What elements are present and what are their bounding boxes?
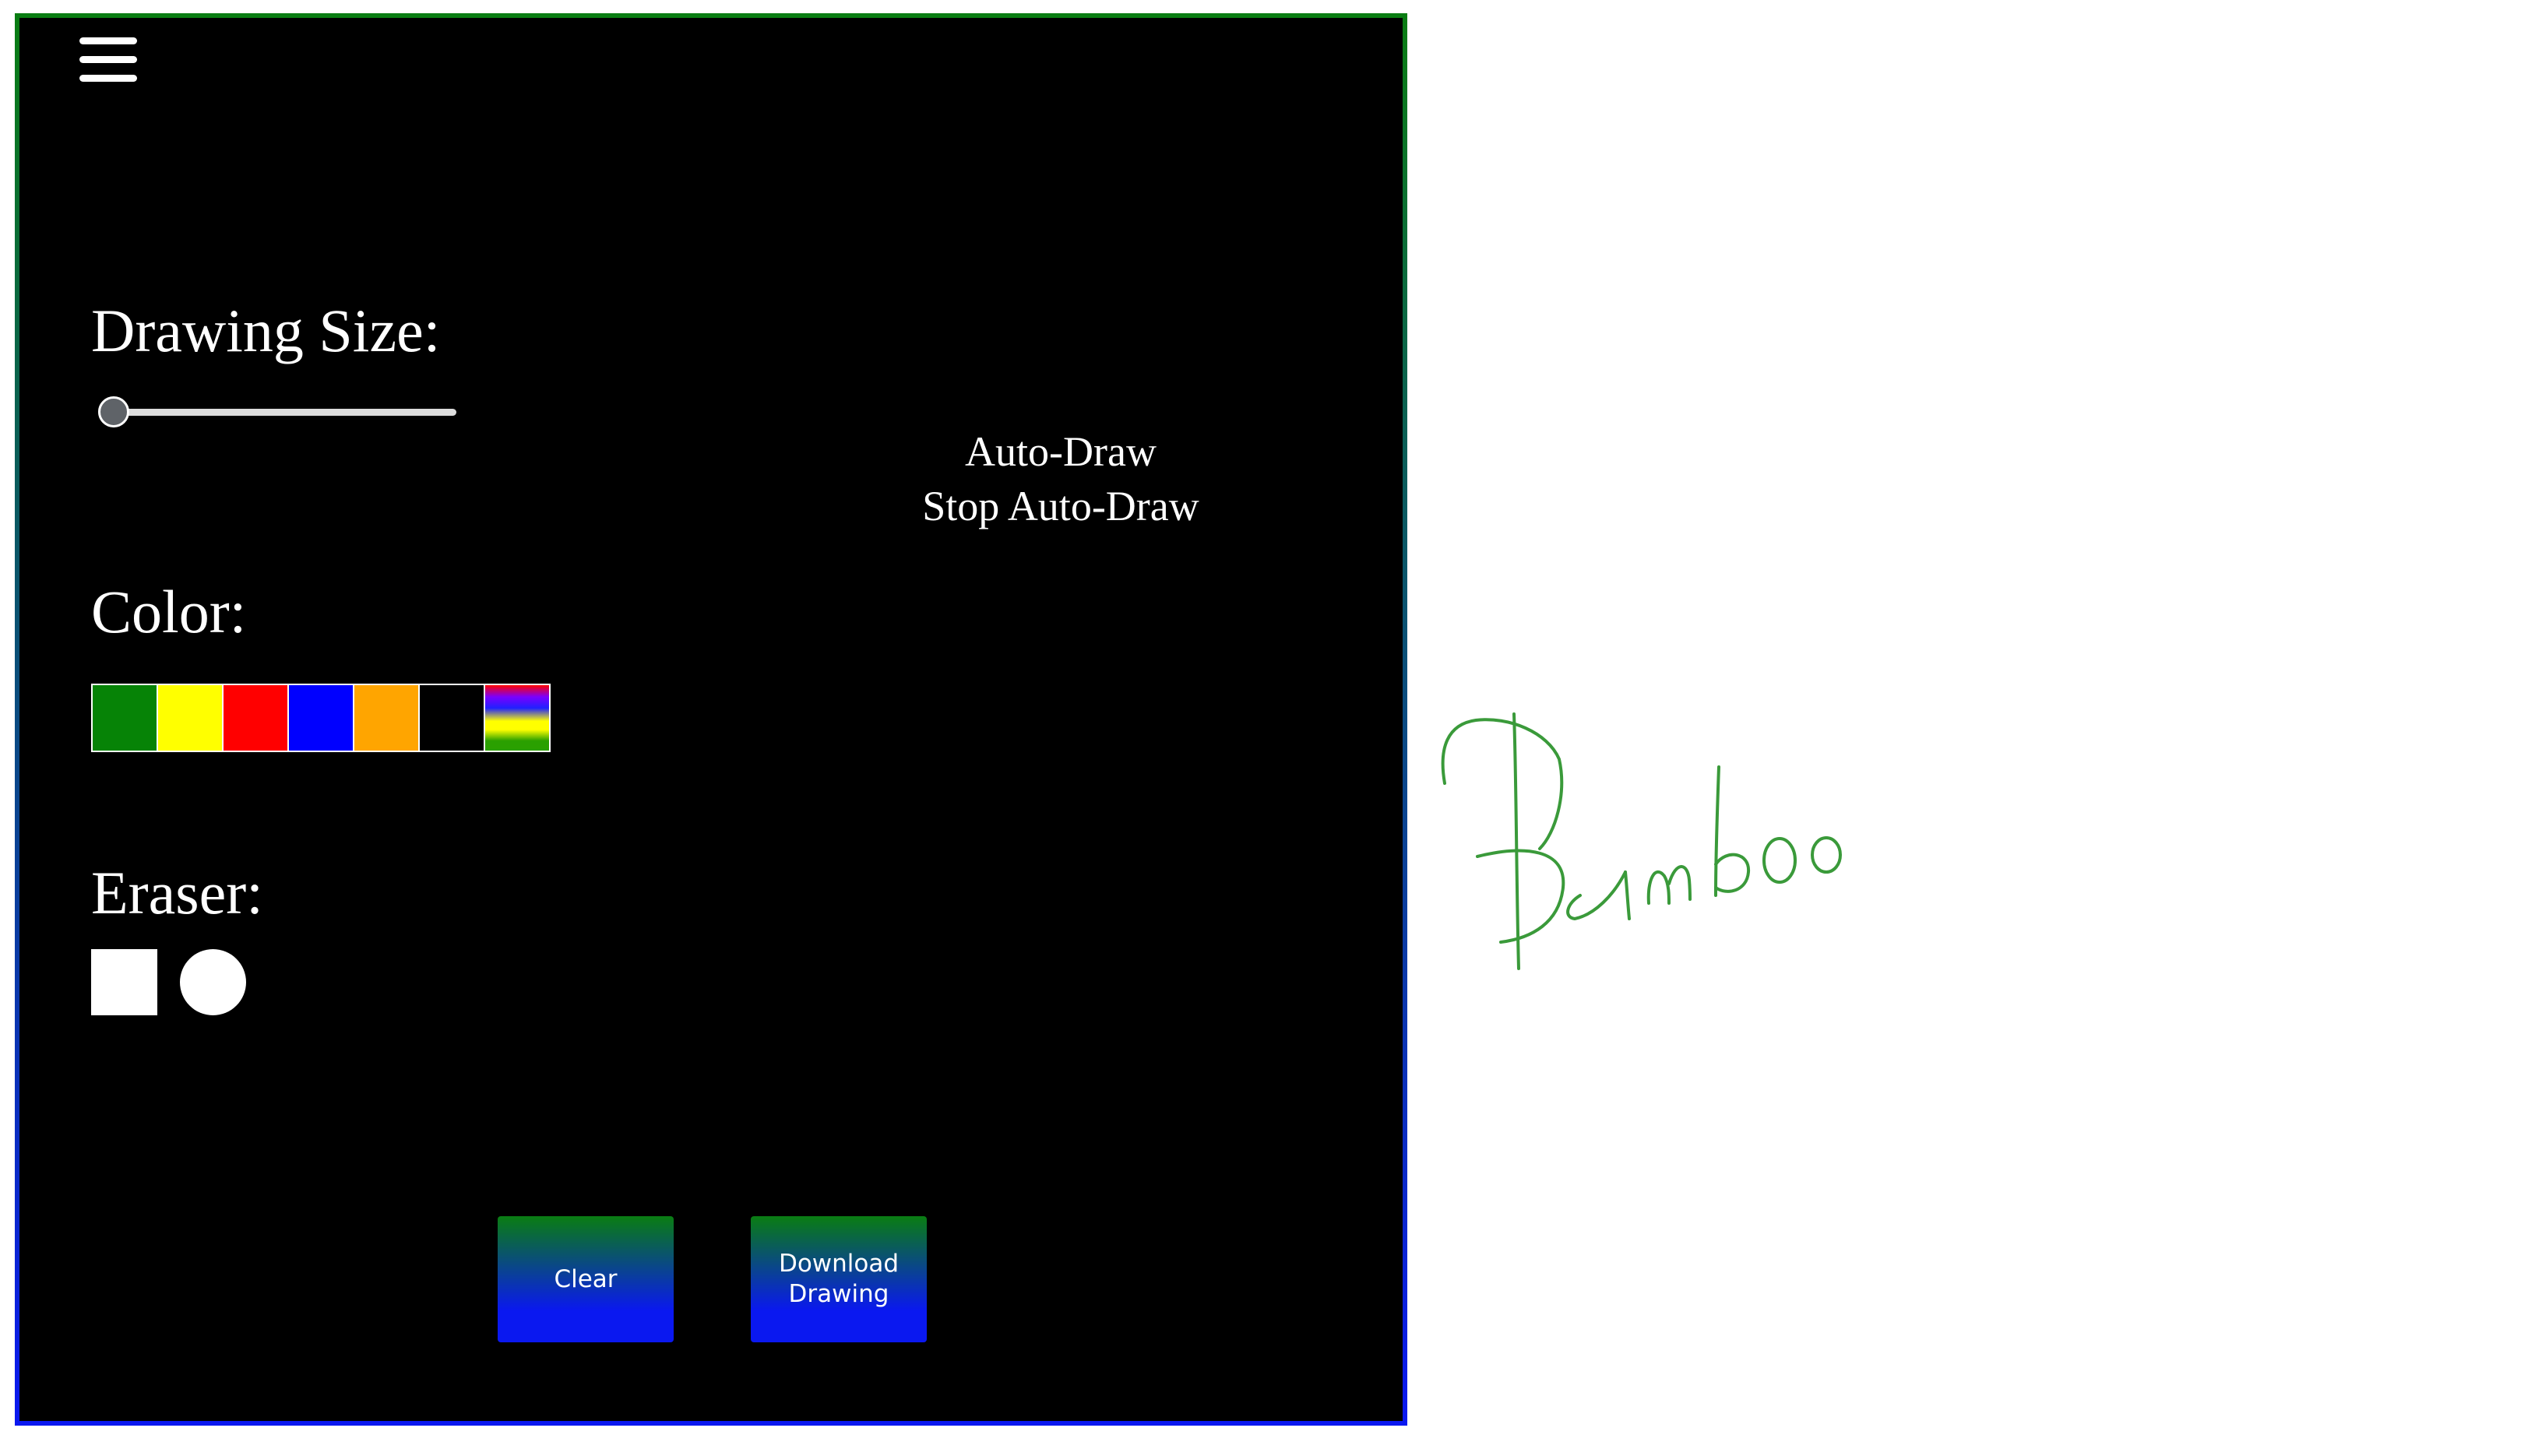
color-swatch-orange[interactable]	[354, 685, 420, 751]
color-swatch-black[interactable]	[420, 685, 485, 751]
download-label-line1: Download	[778, 1250, 900, 1278]
color-swatch-red[interactable]	[224, 685, 289, 751]
eraser-circle-button[interactable]	[180, 949, 246, 1015]
drawing-canvas[interactable]	[1407, 0, 2528, 1456]
color-swatch-blue[interactable]	[289, 685, 354, 751]
hamburger-menu-icon[interactable]	[79, 34, 137, 84]
menu-bar	[79, 75, 137, 82]
color-swatch-yellow[interactable]	[158, 685, 224, 751]
handwritten-drawing	[1441, 712, 1842, 970]
drawing-size-label: Drawing Size:	[91, 297, 441, 364]
auto-draw-button[interactable]: Auto-Draw	[965, 431, 1157, 473]
color-label: Color:	[91, 578, 247, 645]
slider-track	[114, 409, 456, 416]
control-panel-body: Drawing Size: Auto-Draw Stop Auto-Draw C…	[19, 18, 1403, 1421]
menu-bar	[79, 37, 137, 44]
clear-button[interactable]: Clear	[498, 1216, 674, 1342]
color-swatch-rainbow[interactable]	[485, 685, 549, 751]
drawing-app: Drawing Size: Auto-Draw Stop Auto-Draw C…	[0, 0, 2528, 1456]
stop-auto-draw-button[interactable]: Stop Auto-Draw	[922, 485, 1199, 527]
clear-button-label: Clear	[554, 1264, 618, 1293]
eraser-square-button[interactable]	[91, 949, 157, 1015]
control-panel: Drawing Size: Auto-Draw Stop Auto-Draw C…	[15, 13, 1407, 1426]
menu-bar	[79, 56, 137, 63]
color-swatch-green[interactable]	[93, 685, 158, 751]
download-button-label: Download Drawing	[779, 1249, 899, 1310]
drawing-size-slider[interactable]	[98, 396, 461, 427]
color-palette	[91, 684, 551, 752]
download-drawing-button[interactable]: Download Drawing	[751, 1216, 927, 1342]
download-label-line2: Drawing	[788, 1280, 889, 1308]
slider-thumb[interactable]	[98, 396, 129, 427]
eraser-label: Eraser:	[91, 859, 263, 927]
